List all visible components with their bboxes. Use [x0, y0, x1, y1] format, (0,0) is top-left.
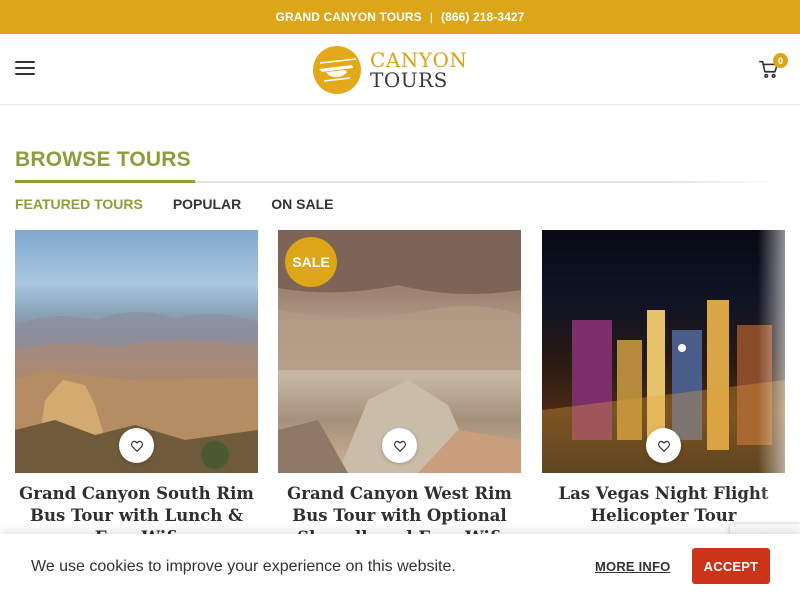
heart-icon: [657, 440, 670, 452]
tab-popular[interactable]: POPULAR: [173, 196, 241, 212]
site-logo[interactable]: CANYON TOURS: [312, 45, 492, 95]
product-card: Las Vegas Night Flight Helicopter Tour: [542, 230, 785, 527]
heart-icon: [130, 440, 143, 452]
topbar-separator: |: [429, 10, 433, 24]
tab-featured-tours[interactable]: FEATURED TOURS: [15, 196, 143, 212]
logo-text-line2: TOURS: [370, 68, 448, 92]
brand-link[interactable]: GRAND CANYON TOURS: [276, 10, 422, 24]
product-image[interactable]: SALE: [278, 230, 521, 473]
phone-link[interactable]: (866) 218-3427: [441, 10, 524, 24]
cart-button[interactable]: 0: [758, 53, 788, 82]
cookie-consent-bar: We use cookies to improve your experienc…: [0, 534, 800, 600]
hamburger-icon-line: [15, 61, 35, 63]
heart-icon: [393, 440, 406, 452]
product-image[interactable]: [542, 230, 785, 473]
more-info-link[interactable]: MORE INFO: [595, 559, 670, 574]
product-card: Grand Canyon South Rim Bus Tour with Lun…: [15, 230, 258, 549]
wishlist-button[interactable]: [119, 428, 154, 463]
accept-cookies-button[interactable]: ACCEPT: [692, 548, 770, 584]
sale-badge: SALE: [285, 237, 337, 287]
product-image[interactable]: [15, 230, 258, 473]
top-promo-bar: GRAND CANYON TOURS | (866) 218-3427: [0, 0, 800, 34]
hamburger-icon-line: [15, 67, 35, 69]
section-title-underline: [15, 180, 195, 183]
hamburger-menu-button[interactable]: [15, 61, 35, 77]
cookie-message: We use cookies to improve your experienc…: [31, 558, 456, 575]
helicopter-logo-icon: [313, 46, 361, 94]
hamburger-icon-line: [15, 73, 35, 75]
site-header: CANYON TOURS 0: [0, 34, 800, 105]
wishlist-button[interactable]: [382, 428, 417, 463]
cart-count-badge: 0: [773, 53, 788, 68]
product-card: SALE Grand Canyon West Rim Bus Tour with…: [278, 230, 521, 549]
logo-text-line1: CANYON: [370, 48, 468, 72]
section-title: BROWSE TOURS: [15, 148, 191, 171]
product-title[interactable]: Las Vegas Night Flight Helicopter Tour: [542, 483, 785, 527]
tab-on-sale[interactable]: ON SALE: [271, 196, 333, 212]
wishlist-button[interactable]: [646, 428, 681, 463]
tour-tabs: FEATURED TOURS POPULAR ON SALE: [15, 196, 364, 212]
